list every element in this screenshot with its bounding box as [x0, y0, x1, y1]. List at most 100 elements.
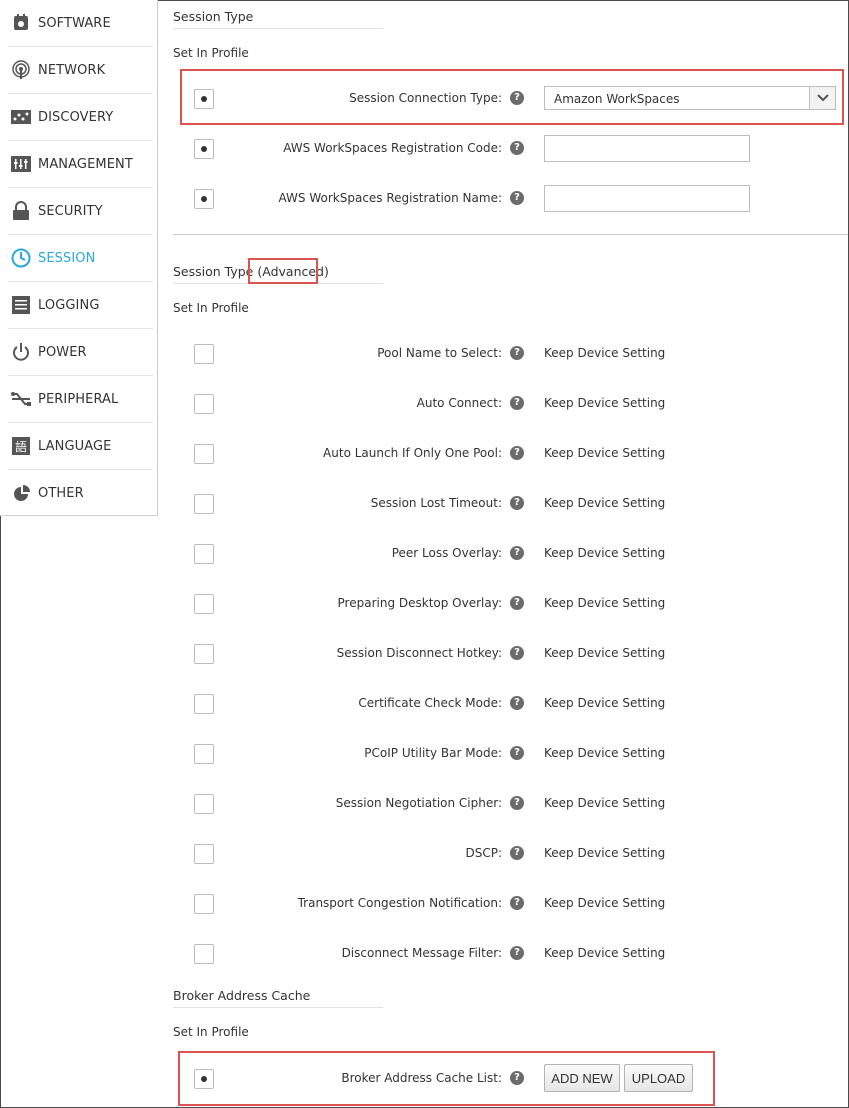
set-in-profile-checkbox[interactable]	[194, 189, 214, 209]
setting-value: Keep Device Setting	[544, 896, 666, 910]
setting-label: Session Negotiation Cipher:	[335, 796, 502, 810]
sidebar-item-software[interactable]: SOFTWARE	[8, 0, 153, 47]
set-in-profile-checkbox[interactable]	[194, 544, 214, 564]
sidebar-item-language[interactable]: 語 LANGUAGE	[8, 423, 153, 470]
sidebar-item-label: LANGUAGE	[38, 438, 112, 454]
sidebar-item-label: SOFTWARE	[38, 15, 111, 31]
advanced-setting-row: Disconnect Message Filter:? Keep Device S…	[173, 936, 843, 972]
set-in-profile-checkbox[interactable]	[194, 694, 214, 714]
setting-value: Keep Device Setting	[544, 446, 666, 460]
sidebar-item-network[interactable]: NETWORK	[8, 47, 153, 94]
set-in-profile-checkbox[interactable]	[194, 944, 214, 964]
sidebar-item-power[interactable]: POWER	[8, 329, 153, 376]
set-in-profile-checkbox[interactable]	[194, 844, 214, 864]
help-icon[interactable]: ?	[510, 846, 524, 860]
section-divider	[173, 234, 848, 235]
set-in-profile-checkbox[interactable]	[194, 139, 214, 159]
help-icon[interactable]: ?	[510, 896, 524, 910]
session-connection-type-select[interactable]: Amazon WorkSpaces	[544, 86, 836, 110]
section-title-broker-address-cache: Broker Address Cache	[173, 988, 311, 1003]
advanced-setting-row: Auto Launch If Only One Pool:? Keep Devic…	[173, 436, 843, 472]
set-in-profile-checkbox[interactable]	[194, 89, 214, 109]
help-icon[interactable]: ?	[510, 446, 524, 460]
sidebar-item-label: PERIPHERAL	[38, 391, 119, 407]
sidebar-item-label: NETWORK	[38, 62, 106, 78]
lock-icon	[10, 200, 32, 222]
setting-label: Peer Loss Overlay:	[391, 546, 502, 560]
advanced-setting-row: Certificate Check Mode:? Keep Device Sett…	[173, 686, 843, 722]
help-icon[interactable]: ?	[510, 946, 524, 960]
sidebar-item-logging[interactable]: LOGGING	[8, 282, 153, 329]
set-in-profile-label: Set In Profile	[173, 46, 249, 60]
setting-value: Keep Device Setting	[544, 696, 666, 710]
sidebar-item-management[interactable]: MANAGEMENT	[8, 141, 153, 188]
power-icon	[10, 341, 32, 363]
setting-label: Disconnect Message Filter:	[341, 946, 502, 960]
set-in-profile-checkbox[interactable]	[194, 1069, 214, 1089]
set-in-profile-checkbox[interactable]	[194, 494, 214, 514]
setting-label: Auto Connect:	[416, 396, 502, 410]
help-icon[interactable]: ?	[510, 596, 524, 610]
sidebar-item-session[interactable]: SESSION	[8, 235, 153, 282]
advanced-setting-row: Session Negotiation Cipher:? Keep Device …	[173, 786, 843, 822]
set-in-profile-checkbox[interactable]	[194, 594, 214, 614]
pie-icon	[10, 483, 32, 505]
sidebar-item-security[interactable]: SECURITY	[8, 188, 153, 235]
set-in-profile-checkbox[interactable]	[194, 344, 214, 364]
setting-value: Keep Device Setting	[544, 946, 666, 960]
sidebar-item-peripheral[interactable]: PERIPHERAL	[8, 376, 153, 423]
advanced-setting-row: Auto Connect:? Keep Device Setting	[173, 386, 843, 422]
advanced-setting-row: Preparing Desktop Overlay:? Keep Device S…	[173, 586, 843, 622]
software-icon	[10, 12, 32, 34]
setting-label: Transport Congestion Notification:	[297, 896, 502, 910]
set-in-profile-checkbox[interactable]	[194, 894, 214, 914]
help-icon[interactable]: ?	[510, 796, 524, 810]
setting-value: Keep Device Setting	[544, 546, 666, 560]
setting-label: Certificate Check Mode:	[358, 696, 502, 710]
setting-value: Keep Device Setting	[544, 596, 666, 610]
discovery-icon	[10, 106, 32, 128]
help-icon[interactable]: ?	[510, 646, 524, 660]
set-in-profile-checkbox[interactable]	[194, 794, 214, 814]
help-icon[interactable]: ?	[510, 346, 524, 360]
set-in-profile-checkbox[interactable]	[194, 744, 214, 764]
aws-registration-code-row: AWS WorkSpaces Registration Code: ?	[173, 131, 843, 167]
help-icon[interactable]: ?	[510, 496, 524, 510]
setting-label: Preparing Desktop Overlay:	[337, 596, 502, 610]
advanced-setting-row: PCoIP Utility Bar Mode:? Keep Device Sett…	[173, 736, 843, 772]
help-icon[interactable]: ?	[510, 91, 524, 105]
broker-address-cache-label: Broker Address Cache List:	[341, 1071, 502, 1085]
advanced-setting-row: Pool Name to Select:? Keep Device Setting	[173, 336, 843, 372]
upload-button[interactable]: UPLOAD	[624, 1064, 693, 1092]
help-icon[interactable]: ?	[510, 396, 524, 410]
aws-registration-code-label: AWS WorkSpaces Registration Code:	[283, 141, 502, 155]
session-connection-type-row: Session Connection Type: ? Amazon WorkSp…	[173, 81, 843, 117]
help-icon[interactable]: ?	[510, 141, 524, 155]
aws-registration-name-row: AWS WorkSpaces Registration Name: ?	[173, 181, 843, 217]
help-icon[interactable]: ?	[510, 546, 524, 560]
sidebar: SOFTWARE NETWORK DISCOVERY MANAGEMENT SE…	[0, 0, 158, 516]
sidebar-item-label: POWER	[38, 344, 87, 360]
setting-value: Keep Device Setting	[544, 846, 666, 860]
help-icon[interactable]: ?	[510, 1071, 524, 1085]
chevron-down-icon[interactable]	[809, 87, 835, 109]
sidebar-item-discovery[interactable]: DISCOVERY	[8, 94, 153, 141]
sidebar-item-other[interactable]: OTHER	[8, 470, 153, 517]
set-in-profile-label: Set In Profile	[173, 1025, 249, 1039]
set-in-profile-checkbox[interactable]	[194, 444, 214, 464]
help-icon[interactable]: ?	[510, 191, 524, 205]
aws-registration-name-input[interactable]	[544, 185, 750, 212]
add-new-button[interactable]: ADD NEW	[544, 1064, 620, 1092]
set-in-profile-checkbox[interactable]	[194, 644, 214, 664]
setting-label: Session Lost Timeout:	[370, 496, 502, 510]
help-icon[interactable]: ?	[510, 696, 524, 710]
sidebar-item-label: DISCOVERY	[38, 109, 114, 125]
clock-icon	[10, 247, 32, 269]
setting-label: Auto Launch If Only One Pool:	[323, 446, 502, 460]
language-icon: 語	[10, 435, 32, 457]
set-in-profile-checkbox[interactable]	[194, 394, 214, 414]
help-icon[interactable]: ?	[510, 746, 524, 760]
aws-registration-code-input[interactable]	[544, 135, 750, 162]
svg-text:語: 語	[15, 439, 27, 454]
sidebar-item-label: MANAGEMENT	[38, 156, 133, 172]
